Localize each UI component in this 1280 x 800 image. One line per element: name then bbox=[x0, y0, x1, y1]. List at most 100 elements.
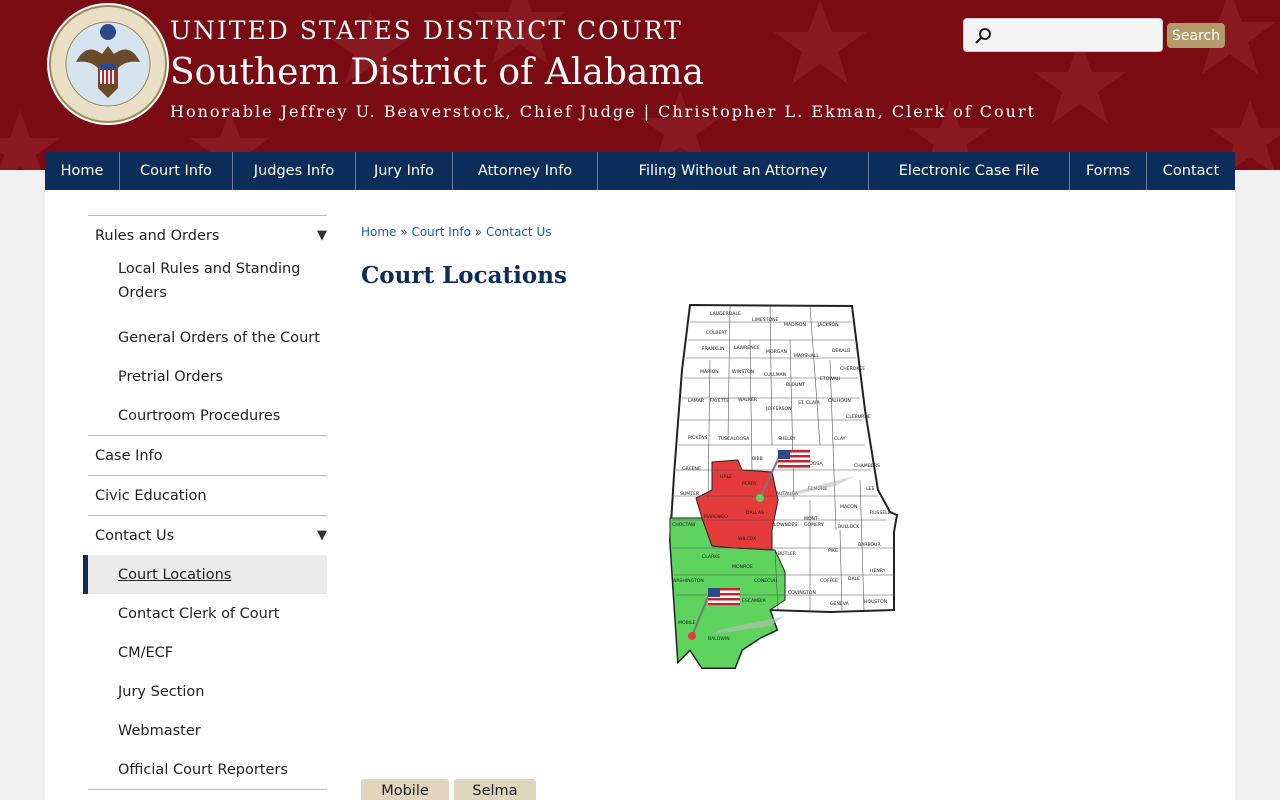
tab-mobile[interactable]: Mobile bbox=[361, 779, 449, 800]
county-label: MARION bbox=[700, 369, 719, 375]
county-label: WINSTON bbox=[732, 369, 754, 375]
county-label: LIMESTONE bbox=[752, 317, 779, 323]
county-label: MOBILE bbox=[678, 620, 696, 626]
judges-line: Honorable Jeffrey U. Beaverstock, Chief … bbox=[170, 102, 1037, 121]
sidebar-nav: Rules and Orders ▼ Local Rules and Stand… bbox=[83, 215, 327, 790]
county-label: CHAMBERS bbox=[854, 463, 880, 469]
county-label: DALE bbox=[848, 576, 860, 582]
county-label: BUTLER bbox=[778, 551, 797, 557]
sidebar-item-contact-us[interactable]: Contact Us ▼ bbox=[88, 515, 327, 555]
county-label: LEE bbox=[866, 486, 874, 492]
sidebar-item-pretrial-orders[interactable]: Pretrial Orders bbox=[88, 357, 327, 396]
county-label: BALDWIN bbox=[708, 636, 730, 642]
sidebar-item-case-info[interactable]: Case Info bbox=[88, 435, 327, 475]
county-label: COVINGTON bbox=[788, 590, 816, 596]
tab-selma[interactable]: Selma bbox=[454, 779, 536, 800]
nav-home[interactable]: Home bbox=[45, 152, 120, 190]
county-label: MARSHALL bbox=[794, 353, 819, 359]
sidebar-item-label: Rules and Orders bbox=[95, 227, 220, 244]
county-label: MARENGO bbox=[704, 514, 728, 520]
page-title: Court Locations bbox=[361, 262, 567, 289]
county-label: HOUSTON bbox=[864, 599, 887, 605]
nav-contact[interactable]: Contact bbox=[1147, 152, 1235, 190]
county-label: SHELBY bbox=[778, 436, 796, 442]
sidebar-item-court-reporters[interactable]: Official Court Reporters bbox=[88, 750, 327, 789]
county-label: BIBB bbox=[752, 456, 763, 462]
county-label: ETOWAH bbox=[820, 376, 840, 382]
sidebar-item-label: Case Info bbox=[95, 447, 163, 464]
county-label: MACON bbox=[840, 504, 857, 510]
court-seal-logo[interactable] bbox=[46, 2, 170, 126]
sidebar-item-contact-clerk[interactable]: Contact Clerk of Court bbox=[88, 594, 327, 633]
sidebar-item-rules-and-orders[interactable]: Rules and Orders ▼ bbox=[88, 215, 327, 255]
county-label: LAWRENCE bbox=[734, 345, 760, 351]
search-button[interactable]: Search bbox=[1167, 23, 1225, 48]
county-label: SUMTER bbox=[680, 491, 700, 497]
county-label: LOWNDES bbox=[774, 522, 797, 528]
sidebar-item-webmaster[interactable]: Webmaster bbox=[88, 711, 327, 750]
county-label: GOMERY bbox=[804, 522, 824, 528]
county-label: COFFEE bbox=[820, 578, 838, 584]
sidebar-item-label: Civic Education bbox=[95, 487, 207, 504]
county-label: TUSCALOOSA bbox=[717, 436, 750, 442]
county-label: CONECUH bbox=[754, 578, 777, 584]
sidebar-item-cmecf[interactable]: CM/ECF bbox=[88, 633, 327, 672]
sidebar-item-courtroom-procedures[interactable]: Courtroom Procedures bbox=[88, 396, 327, 435]
county-label: MONROE bbox=[732, 564, 753, 570]
county-label: PIKE bbox=[828, 548, 838, 554]
nav-forms[interactable]: Forms bbox=[1070, 152, 1147, 190]
breadcrumb-court-info[interactable]: Court Info bbox=[411, 225, 471, 239]
nav-court-info[interactable]: Court Info bbox=[120, 152, 233, 190]
county-label: GREENE bbox=[682, 466, 701, 472]
county-label: CLEBURNE bbox=[846, 414, 871, 420]
nav-filing-without-attorney[interactable]: Filing Without an Attorney bbox=[598, 152, 869, 190]
sidebar-item-court-locations[interactable]: Court Locations bbox=[83, 555, 327, 594]
county-label: PICKENS bbox=[688, 435, 708, 441]
county-label: ST. CLAIR bbox=[798, 400, 820, 406]
triangle-down-icon[interactable]: ▼ bbox=[317, 528, 327, 543]
county-label: CLAY bbox=[834, 436, 846, 442]
county-label: MORGAN bbox=[766, 349, 787, 355]
nav-electronic-case-file[interactable]: Electronic Case File bbox=[869, 152, 1070, 190]
court-name: UNITED STATES DISTRICT COURT bbox=[170, 16, 683, 45]
breadcrumb: Home » Court Info » Contact Us bbox=[361, 225, 551, 239]
breadcrumb-separator: » bbox=[474, 225, 483, 239]
county-label: PERRY bbox=[742, 481, 757, 487]
sidebar-item-jury-section[interactable]: Jury Section bbox=[88, 672, 327, 711]
sidebar-divider bbox=[88, 789, 327, 790]
county-label: WASHINGTON bbox=[672, 578, 704, 584]
county-label: GENEVA bbox=[830, 601, 850, 607]
county-label: MADISON bbox=[784, 322, 806, 328]
county-label: FAYETTE bbox=[710, 398, 729, 404]
county-label: CHOCTAW bbox=[672, 522, 696, 528]
county-label: COLBERT bbox=[706, 330, 727, 336]
sidebar-item-local-rules[interactable]: Local Rules and Standing Orders bbox=[88, 255, 327, 318]
county-label: HALE bbox=[720, 474, 732, 480]
breadcrumb-home[interactable]: Home bbox=[361, 225, 396, 239]
county-label: RUSSELL bbox=[870, 510, 891, 516]
sidebar-item-general-orders[interactable]: General Orders of the Court bbox=[88, 318, 327, 357]
nav-jury-info[interactable]: Jury Info bbox=[356, 152, 453, 190]
county-label: CALHOUN bbox=[828, 398, 851, 404]
triangle-down-icon[interactable]: ▼ bbox=[317, 228, 327, 243]
search-field[interactable] bbox=[963, 18, 1163, 52]
breadcrumb-separator: » bbox=[400, 225, 408, 239]
breadcrumb-contact-us[interactable]: Contact Us bbox=[486, 225, 552, 239]
county-label: DEKALB bbox=[832, 348, 850, 354]
county-label: HENRY bbox=[870, 568, 886, 574]
county-label: BARBOUR bbox=[858, 542, 882, 548]
county-label: ESCAMBIA bbox=[742, 598, 767, 604]
nav-attorney-info[interactable]: Attorney Info bbox=[453, 152, 598, 190]
county-label: JEFFERSON bbox=[765, 406, 792, 412]
nav-judges-info[interactable]: Judges Info bbox=[233, 152, 356, 190]
search-input[interactable] bbox=[998, 25, 1154, 47]
search-icon bbox=[975, 28, 991, 44]
district-name[interactable]: Southern District of Alabama bbox=[170, 52, 704, 93]
alabama-court-map[interactable]: LAUDERDALE LIMESTONE MADISON JACKSON COL… bbox=[660, 300, 910, 675]
county-label: LAMAR bbox=[688, 398, 705, 404]
main-nav: Home Court Info Judges Info Jury Info At… bbox=[45, 152, 1235, 190]
sidebar-item-label: Contact Us bbox=[95, 527, 175, 544]
sidebar-item-civic-education[interactable]: Civic Education bbox=[88, 475, 327, 515]
county-label: JACKSON bbox=[817, 322, 839, 328]
county-label: FRANKLIN bbox=[702, 346, 725, 352]
